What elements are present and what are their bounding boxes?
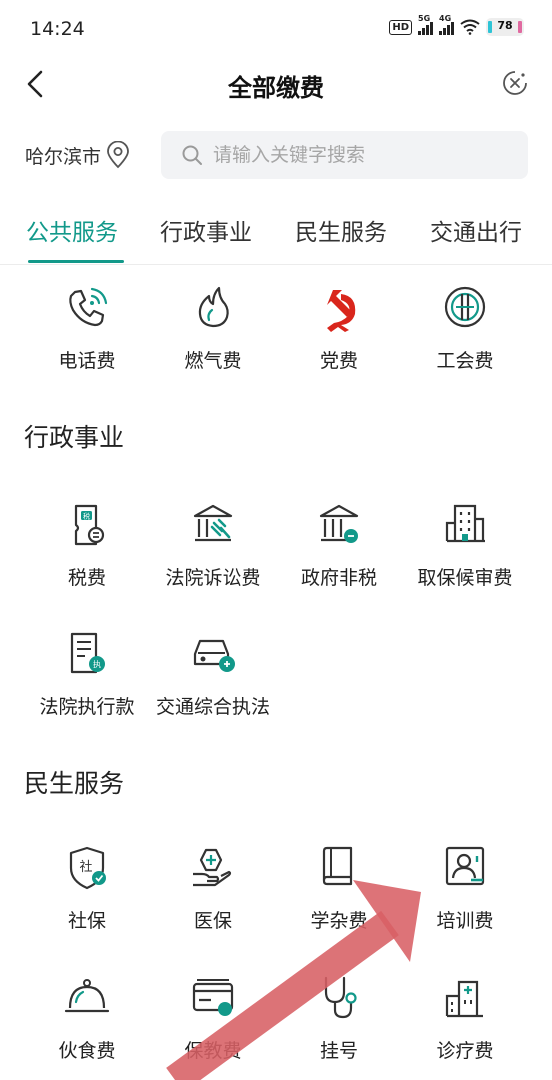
service-label: 税费	[67, 567, 106, 589]
service-childcare-fee[interactable]: 保教费	[148, 970, 278, 1063]
service-label: 电话费	[58, 350, 116, 372]
service-court-execution-payment[interactable]: 执 法院执行款	[22, 626, 152, 719]
hospital-icon	[445, 980, 483, 1018]
government-building-icon	[319, 504, 359, 543]
page-title: 全部缴费	[228, 74, 324, 102]
tax-icon: 税	[74, 504, 105, 546]
food-cloche-icon	[64, 979, 110, 1013]
medical-insurance-icon	[193, 848, 232, 887]
phone-icon	[69, 287, 108, 327]
search-icon	[182, 145, 202, 165]
service-label: 法院诉讼费	[165, 567, 261, 589]
service-label: 燃气费	[184, 350, 242, 372]
city-label: 哈尔滨市	[25, 145, 102, 168]
service-label: 交通综合执法	[155, 696, 270, 718]
category-tabs: 公共服务 行政事业 民生服务 交通出行	[0, 205, 552, 265]
close-button[interactable]	[500, 68, 530, 98]
service-label: 诊疗费	[436, 1040, 494, 1062]
search-box[interactable]	[161, 131, 528, 179]
search-row: 哈尔滨市	[0, 130, 552, 180]
service-label: 伙食费	[58, 1040, 116, 1062]
service-tax[interactable]: 税 税费	[22, 497, 152, 590]
court-execution-doc-icon: 执	[70, 632, 105, 674]
signal-5g-icon: 5G	[418, 14, 433, 35]
service-phone-bill[interactable]: 电话费	[22, 280, 152, 373]
service-label: 保教费	[184, 1040, 242, 1062]
service-party-dues[interactable]: 党费	[274, 280, 404, 373]
service-label: 学杂费	[310, 910, 368, 932]
social-security-shield-icon: 社	[69, 846, 106, 890]
search-input[interactable]	[213, 144, 503, 166]
service-label: 法院执行款	[39, 696, 135, 718]
service-gas-bill[interactable]: 燃气费	[148, 280, 278, 373]
service-label: 医保	[193, 910, 232, 932]
service-traffic-enforcement[interactable]: 交通综合执法	[148, 626, 278, 719]
location-pin-icon	[107, 141, 129, 169]
stethoscope-icon	[324, 976, 357, 1019]
training-person-icon	[445, 846, 485, 886]
service-government-non-tax[interactable]: 政府非税	[274, 497, 404, 590]
tab-public-services[interactable]: 公共服务	[26, 213, 118, 247]
city-selector[interactable]: 哈尔滨市	[25, 141, 131, 169]
court-gavel-icon	[193, 504, 233, 542]
service-diagnosis-fee[interactable]: 诊疗费	[400, 970, 530, 1063]
battery-level: 78	[497, 19, 513, 32]
status-time: 14:24	[30, 18, 85, 40]
car-enforcement-icon	[193, 639, 235, 672]
tab-administrative[interactable]: 行政事业	[160, 213, 252, 247]
service-label: 社保	[67, 910, 106, 932]
service-registration[interactable]: 挂号	[274, 970, 404, 1063]
service-label: 工会费	[436, 350, 494, 372]
service-union-fee[interactable]: 工会费	[400, 280, 530, 373]
service-label: 政府非税	[300, 567, 377, 589]
service-medical-insurance[interactable]: 医保	[148, 840, 278, 933]
svg-text:社: 社	[79, 859, 92, 875]
service-label: 挂号	[319, 1040, 358, 1062]
section-title-livelihood: 民生服务	[24, 769, 125, 798]
status-bar: 14:24 HD 5G 4G 78	[0, 0, 552, 60]
service-label: 取保候审费	[417, 567, 513, 589]
signal-4g-icon: 4G	[439, 14, 454, 35]
close-circle-icon	[503, 71, 527, 95]
svg-text:税: 税	[83, 512, 90, 521]
office-building-icon	[445, 504, 485, 543]
tab-transportation[interactable]: 交通出行	[430, 213, 522, 247]
service-social-security[interactable]: 社 社保	[22, 840, 152, 933]
hd-badge: HD	[389, 19, 412, 35]
service-tuition-fee[interactable]: 学杂费	[274, 840, 404, 933]
service-label: 培训费	[436, 910, 494, 932]
service-label: 党费	[319, 350, 358, 372]
service-court-litigation-fee[interactable]: 法院诉讼费	[148, 497, 278, 590]
union-emblem-icon	[444, 286, 486, 328]
svg-text:执: 执	[93, 659, 101, 669]
service-training-fee[interactable]: 培训费	[400, 840, 530, 933]
tab-livelihood[interactable]: 民生服务	[295, 213, 387, 247]
wifi-icon	[460, 19, 480, 35]
book-icon	[322, 846, 353, 886]
flame-icon	[198, 286, 229, 328]
title-bar: 全部缴费	[0, 60, 552, 108]
service-bail-review-fee[interactable]: 取保候审费	[400, 497, 530, 590]
section-title-administrative: 行政事业	[24, 423, 125, 452]
status-icons: HD 5G 4G 78	[389, 14, 524, 36]
battery-icon: 78	[486, 18, 524, 36]
party-emblem-icon	[327, 290, 356, 332]
service-meal-fee[interactable]: 伙食费	[22, 970, 152, 1063]
active-tab-indicator	[28, 260, 124, 263]
childcare-card-icon	[192, 979, 234, 1016]
